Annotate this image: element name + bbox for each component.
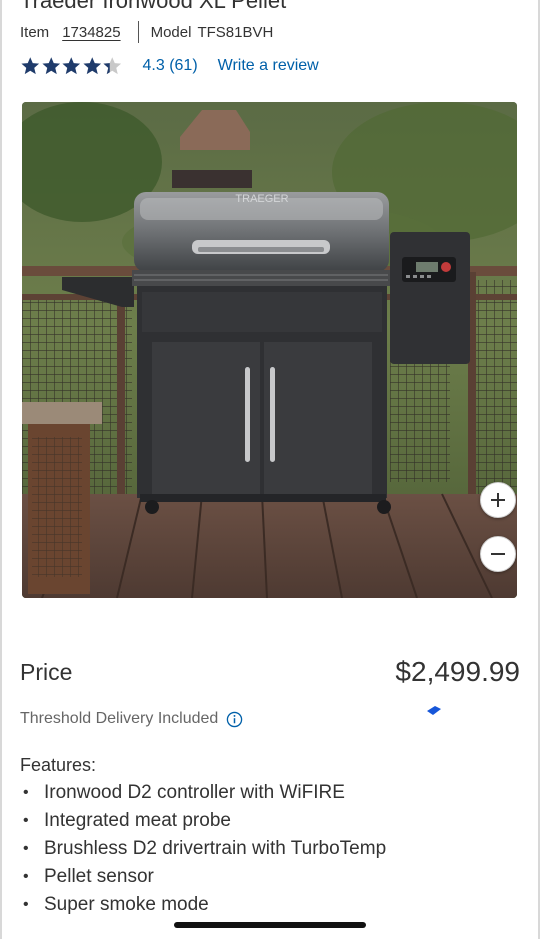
- zoom-in-button[interactable]: [480, 482, 516, 518]
- star-icon: [41, 57, 60, 75]
- star-icon: [62, 57, 81, 75]
- list-item: • Super smoke mode: [20, 891, 386, 919]
- list-item: • Ironwood D2 controller with WiFIRE: [20, 779, 386, 807]
- delivery-info: Threshold Delivery Included: [20, 708, 243, 730]
- features-list: • Ironwood D2 controller with WiFIRE • Int…: [20, 779, 386, 919]
- price-label: Price: [20, 658, 73, 685]
- bullet: •: [23, 868, 29, 885]
- grill-photo: TRAEGER: [22, 102, 517, 598]
- bullet: •: [23, 896, 29, 913]
- item-label: Item: [20, 23, 50, 41]
- feature-text: Pellet sensor: [44, 866, 154, 887]
- meta-divider: [137, 21, 139, 43]
- model-label: Model: [150, 23, 192, 41]
- feature-text: Brushless D2 drivertrain with TurboTemp: [44, 838, 387, 859]
- feature-text: Integrated meat probe: [44, 810, 231, 831]
- product-meta: Item 1734825 Model TFS81BVH: [20, 21, 273, 43]
- brand-mark: TRAEGER: [235, 193, 288, 205]
- features-title: Features:: [20, 755, 97, 775]
- item-number[interactable]: 1734825: [62, 24, 120, 41]
- pointer-cursor-icon: [427, 706, 441, 715]
- zoom-out-button[interactable]: [480, 536, 516, 572]
- partial-star-icon: [103, 57, 122, 75]
- delivery-text: Threshold Delivery Included: [20, 710, 219, 727]
- left-border: [0, 0, 2, 939]
- rating-count: (61): [169, 57, 198, 74]
- bullet: •: [23, 812, 29, 829]
- feature-text: Super smoke mode: [44, 894, 209, 915]
- rating-row: 4.3 (61) Write a review: [20, 53, 319, 79]
- list-item: • Brushless D2 drivertrain with TurboTemp: [20, 835, 386, 863]
- list-item: • Pellet sensor: [20, 863, 386, 891]
- star-icon: [82, 57, 101, 75]
- rating-value: 4.3: [142, 57, 165, 74]
- feature-text: Ironwood D2 controller with WiFIRE: [44, 782, 345, 803]
- info-icon[interactable]: [226, 711, 243, 728]
- star-icon: [21, 57, 40, 75]
- price-row: Price $2,499.99: [20, 654, 520, 690]
- bullet: •: [23, 784, 29, 801]
- product-image[interactable]: TRAEGER: [22, 102, 517, 598]
- bullet: •: [23, 840, 29, 857]
- minus-icon: [491, 553, 505, 555]
- write-review-link[interactable]: Write a review: [218, 57, 319, 75]
- product-title: Traeger Ironwood XL Pellet Grill: [20, 0, 290, 8]
- model-number: TFS81BVH: [197, 23, 274, 41]
- plus-icon: [491, 493, 505, 507]
- product-page: Traeger Ironwood XL Pellet Grill Item 17…: [0, 0, 540, 939]
- price-value: $2,499.99: [395, 656, 520, 687]
- home-indicator[interactable]: [174, 922, 366, 928]
- star-rating[interactable]: [20, 56, 123, 76]
- rating-summary[interactable]: 4.3 (61): [143, 57, 198, 75]
- list-item: • Integrated meat probe: [20, 807, 386, 835]
